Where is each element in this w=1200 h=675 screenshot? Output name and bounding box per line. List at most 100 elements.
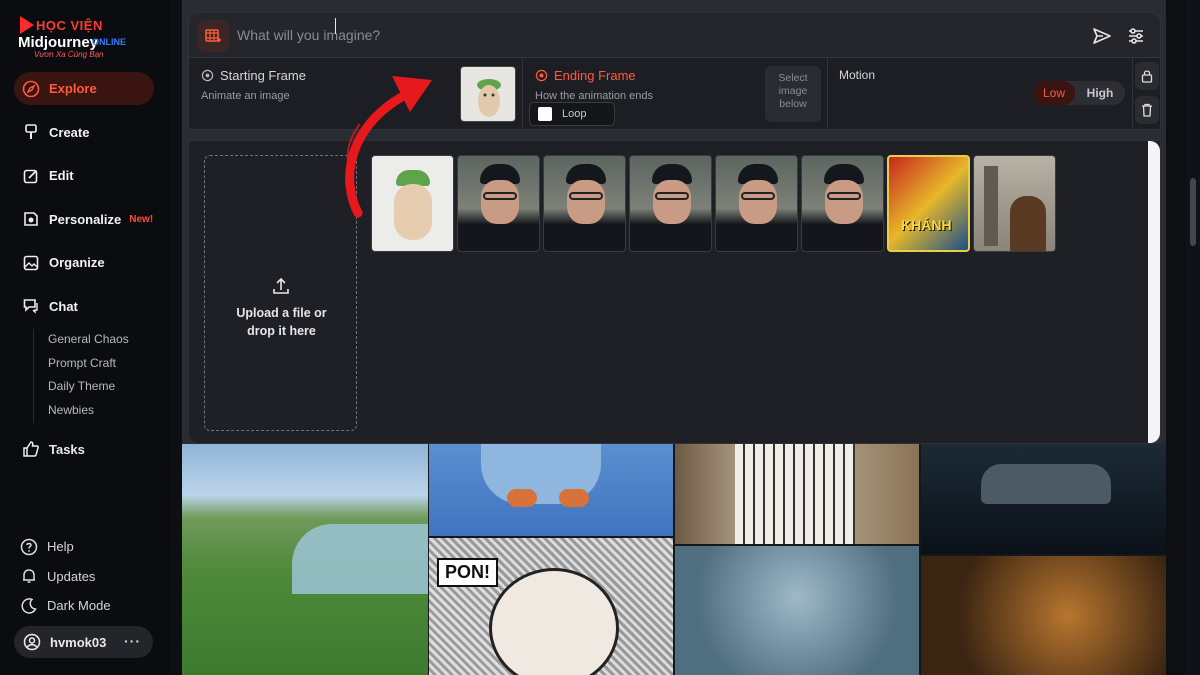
tower-shape: [984, 166, 998, 246]
prompt-bar: What will you imagine?: [188, 12, 1161, 58]
thumbnail-woman[interactable]: [973, 155, 1056, 252]
upload-line: Upload a file or: [236, 306, 327, 320]
man-face: [481, 180, 519, 224]
motion-high-option[interactable]: High: [1075, 81, 1125, 105]
man-glasses: [569, 192, 603, 200]
gallery-image-coast[interactable]: [182, 444, 428, 675]
toy-foot: [507, 489, 537, 507]
select-line: image: [778, 85, 808, 97]
upload-text: Upload a file or drop it here: [205, 304, 358, 340]
dark-mode-label: Dark Mode: [47, 598, 111, 614]
man-face: [653, 180, 691, 224]
starting-frame-title: Starting Frame: [201, 68, 306, 83]
ending-frame-label: Ending Frame: [554, 68, 636, 83]
sidebar-item-organize[interactable]: Organize: [14, 246, 154, 279]
lock-icon: [1141, 70, 1153, 83]
ending-frame-section[interactable]: Ending Frame How the animation ends Loop…: [525, 58, 828, 129]
motion-title: Motion: [839, 68, 876, 82]
moon-icon: [20, 597, 38, 615]
add-image-button[interactable]: [197, 20, 229, 52]
man-face: [739, 180, 777, 224]
select-line: Select: [778, 72, 808, 84]
lock-button[interactable]: [1135, 62, 1159, 90]
send-icon[interactable]: [1092, 26, 1112, 46]
channel-newbies[interactable]: Newbies: [48, 400, 129, 424]
chat-icon: [22, 297, 40, 315]
gallery-image-comic[interactable]: PON!: [429, 538, 673, 675]
annotation-arrow-icon: [345, 76, 432, 218]
tasks-label: Tasks: [49, 441, 85, 457]
sidebar-item-edit[interactable]: Edit: [14, 159, 154, 192]
sea-shape: [292, 524, 428, 594]
sidebar-item-updates[interactable]: Updates: [20, 562, 111, 592]
main-nav: Explore Create Edit Personalize New! Org…: [14, 72, 154, 333]
settings-sliders-icon[interactable]: [1126, 26, 1146, 46]
channel-daily-theme[interactable]: Daily Theme: [48, 376, 129, 400]
compass-icon: [22, 80, 40, 98]
thumbnail-man[interactable]: [801, 155, 884, 252]
username: hvmok03: [50, 634, 107, 650]
motion-toggle[interactable]: Low High: [1033, 81, 1125, 105]
delete-button[interactable]: [1135, 96, 1159, 124]
thumbnail-man[interactable]: [543, 155, 626, 252]
brand-top-text: HỌC VIỆN: [36, 18, 103, 33]
poster-label: KHÁNH: [901, 217, 952, 233]
gallery-image-tiger[interactable]: [921, 556, 1166, 675]
brand-logo[interactable]: HỌC VIỆN Midjourney ONLINE Vươn Xa Cùng …: [14, 14, 164, 60]
thumbnail-poster[interactable]: KHÁNH: [887, 155, 970, 252]
man-glasses: [655, 192, 689, 200]
gallery-image-baseball[interactable]: [675, 444, 919, 544]
prompt-input[interactable]: What will you imagine?: [237, 27, 380, 43]
sidebar-item-help[interactable]: Help: [20, 532, 111, 562]
page-scrollbar[interactable]: [1186, 0, 1200, 675]
radio-selected-icon: [535, 69, 548, 82]
help-icon: [20, 538, 38, 556]
man-face: [825, 180, 863, 224]
channel-prompt-craft[interactable]: Prompt Craft: [48, 353, 129, 377]
thumbnail-man[interactable]: [629, 155, 712, 252]
brand-online: ONLINE: [92, 37, 127, 47]
hamster-thumbnail-icon: [477, 79, 501, 117]
man-face: [567, 180, 605, 224]
loop-checkbox[interactable]: Loop: [529, 102, 615, 126]
recent-images-strip: KHÁNH: [371, 155, 1059, 252]
user-avatar-icon: [23, 633, 41, 651]
more-options-icon[interactable]: ···: [124, 633, 141, 649]
trash-icon: [1142, 103, 1152, 117]
man-glasses: [741, 192, 775, 200]
checkbox-icon: [538, 107, 552, 121]
sidebar-item-personalize[interactable]: Personalize New!: [14, 203, 154, 236]
panel-scrollbar[interactable]: [1148, 141, 1160, 443]
gallery-image-toy[interactable]: [429, 444, 673, 536]
sidebar-item-dark-mode[interactable]: Dark Mode: [20, 591, 111, 621]
page-scrollbar-thumb[interactable]: [1190, 178, 1196, 246]
text-cursor: [335, 18, 341, 34]
sidebar-item-label: Organize: [49, 255, 105, 270]
sidebar-item-chat[interactable]: Chat: [14, 290, 154, 323]
edit-icon: [22, 167, 40, 185]
jet-shape: [981, 464, 1111, 504]
loop-label: Loop: [562, 108, 587, 120]
select-image-placeholder[interactable]: Select image below: [765, 66, 821, 122]
user-account-button[interactable]: hvmok03 ···: [14, 626, 153, 658]
gallery-image-jet[interactable]: [921, 444, 1166, 554]
man-glasses: [483, 192, 517, 200]
sidebar-item-explore[interactable]: Explore: [14, 72, 154, 105]
man-glasses: [827, 192, 861, 200]
sidebar: HỌC VIỆN Midjourney ONLINE Vươn Xa Cùng …: [0, 0, 170, 675]
upload-icon: [271, 276, 291, 296]
channel-general-chaos[interactable]: General Chaos: [48, 329, 129, 353]
comic-face: [489, 568, 619, 675]
brand-name: Midjourney: [18, 34, 99, 51]
motion-low-option[interactable]: Low: [1033, 81, 1075, 105]
sidebar-item-tasks[interactable]: Tasks: [22, 440, 85, 458]
brand-tagline: Vươn Xa Cùng Bạn: [34, 50, 104, 59]
sidebar-item-create[interactable]: Create: [14, 116, 154, 149]
play-logo-icon: [20, 16, 34, 34]
sidebar-item-label: Edit: [49, 168, 74, 183]
thumbnail-man[interactable]: [457, 155, 540, 252]
starting-frame-thumbnail[interactable]: [460, 66, 516, 122]
new-badge: New!: [129, 213, 154, 225]
gallery-image-sky[interactable]: [675, 546, 919, 675]
thumbnail-man[interactable]: [715, 155, 798, 252]
